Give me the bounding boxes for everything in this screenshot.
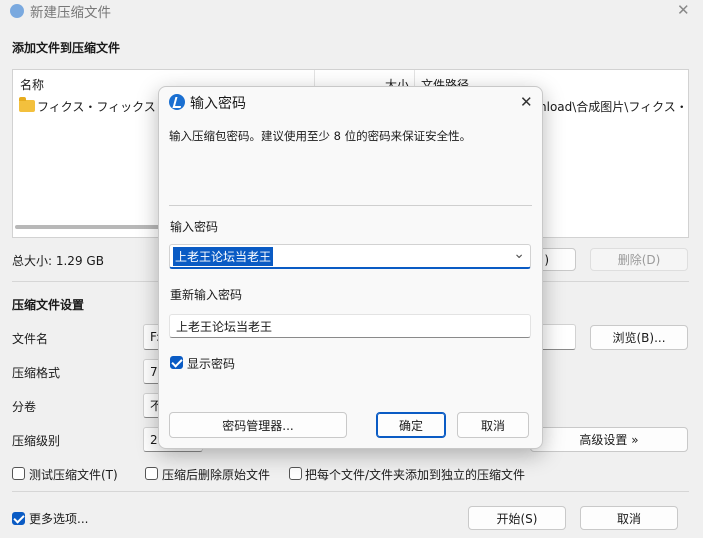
format-label: 压缩格式 — [12, 366, 61, 380]
delete-button[interactable]: 删除(D) — [590, 248, 688, 271]
settings-section-title: 压缩文件设置 — [12, 298, 85, 312]
dialog-close-icon[interactable]: ✕ — [520, 95, 533, 110]
show-password-label[interactable]: 显示密码 — [187, 355, 235, 372]
password-input[interactable]: 上老王论坛当老王 ⌄ — [169, 244, 531, 269]
filename-label: 文件名 — [12, 332, 49, 346]
separate-archives-checkbox[interactable] — [289, 467, 302, 480]
window-close-icon[interactable]: ✕ — [677, 3, 690, 18]
row-path: nload\合成图片\フィクス・ — [539, 100, 688, 114]
test-archive-label[interactable]: 测试压缩文件(T) — [29, 466, 118, 483]
add-section-title: 添加文件到压缩文件 — [12, 41, 121, 55]
more-options-label[interactable]: 更多选项... — [29, 510, 88, 527]
col-header-name[interactable]: 名称 — [20, 76, 44, 93]
password-manager-button[interactable]: 密码管理器... — [169, 412, 347, 438]
row-name: フィクス・フィックス — [37, 100, 156, 114]
dialog-title: 输入密码 — [190, 96, 246, 112]
delete-after-label[interactable]: 压缩后删除原始文件 — [162, 466, 270, 483]
password-label: 输入密码 — [170, 220, 219, 234]
window-icon — [10, 4, 24, 18]
dialog-hint: 输入压缩包密码。建议使用至少 8 位的密码来保证安全性。 — [169, 129, 472, 143]
separate-archives-label[interactable]: 把每个文件/文件夹添加到独立的压缩文件 — [305, 466, 525, 483]
password-value: 上老王论坛当老王 — [173, 246, 274, 266]
total-size: 总大小: 1.29 GB — [12, 254, 104, 268]
reenter-password-input[interactable]: 上老王论坛当老王 — [169, 314, 531, 338]
reenter-label: 重新输入密码 — [170, 288, 243, 302]
split-label: 分卷 — [12, 400, 37, 414]
start-button[interactable]: 开始(S) — [468, 506, 566, 530]
app-icon — [169, 94, 185, 110]
window-title: 新建压缩文件 — [30, 5, 111, 21]
show-password-checkbox[interactable] — [170, 356, 183, 369]
level-label: 压缩级别 — [12, 434, 61, 448]
dialog-divider — [169, 205, 532, 206]
folder-icon — [19, 97, 35, 112]
delete-after-checkbox[interactable] — [145, 467, 158, 480]
more-options-checkbox[interactable] — [12, 512, 25, 525]
test-archive-checkbox[interactable] — [12, 467, 25, 480]
advanced-settings-button[interactable]: 高级设置 » — [530, 427, 688, 452]
password-dialog: 输入密码 ✕ 输入压缩包密码。建议使用至少 8 位的密码来保证安全性。 输入密码… — [158, 86, 543, 449]
dropdown-chevron-icon[interactable]: ⌄ — [513, 246, 525, 262]
dialog-ok-button[interactable]: 确定 — [376, 412, 446, 438]
browse-button[interactable]: 浏览(B)... — [590, 325, 688, 350]
dialog-cancel-button[interactable]: 取消 — [457, 412, 529, 438]
main-cancel-button[interactable]: 取消 — [580, 506, 678, 530]
footer-divider — [12, 491, 689, 492]
